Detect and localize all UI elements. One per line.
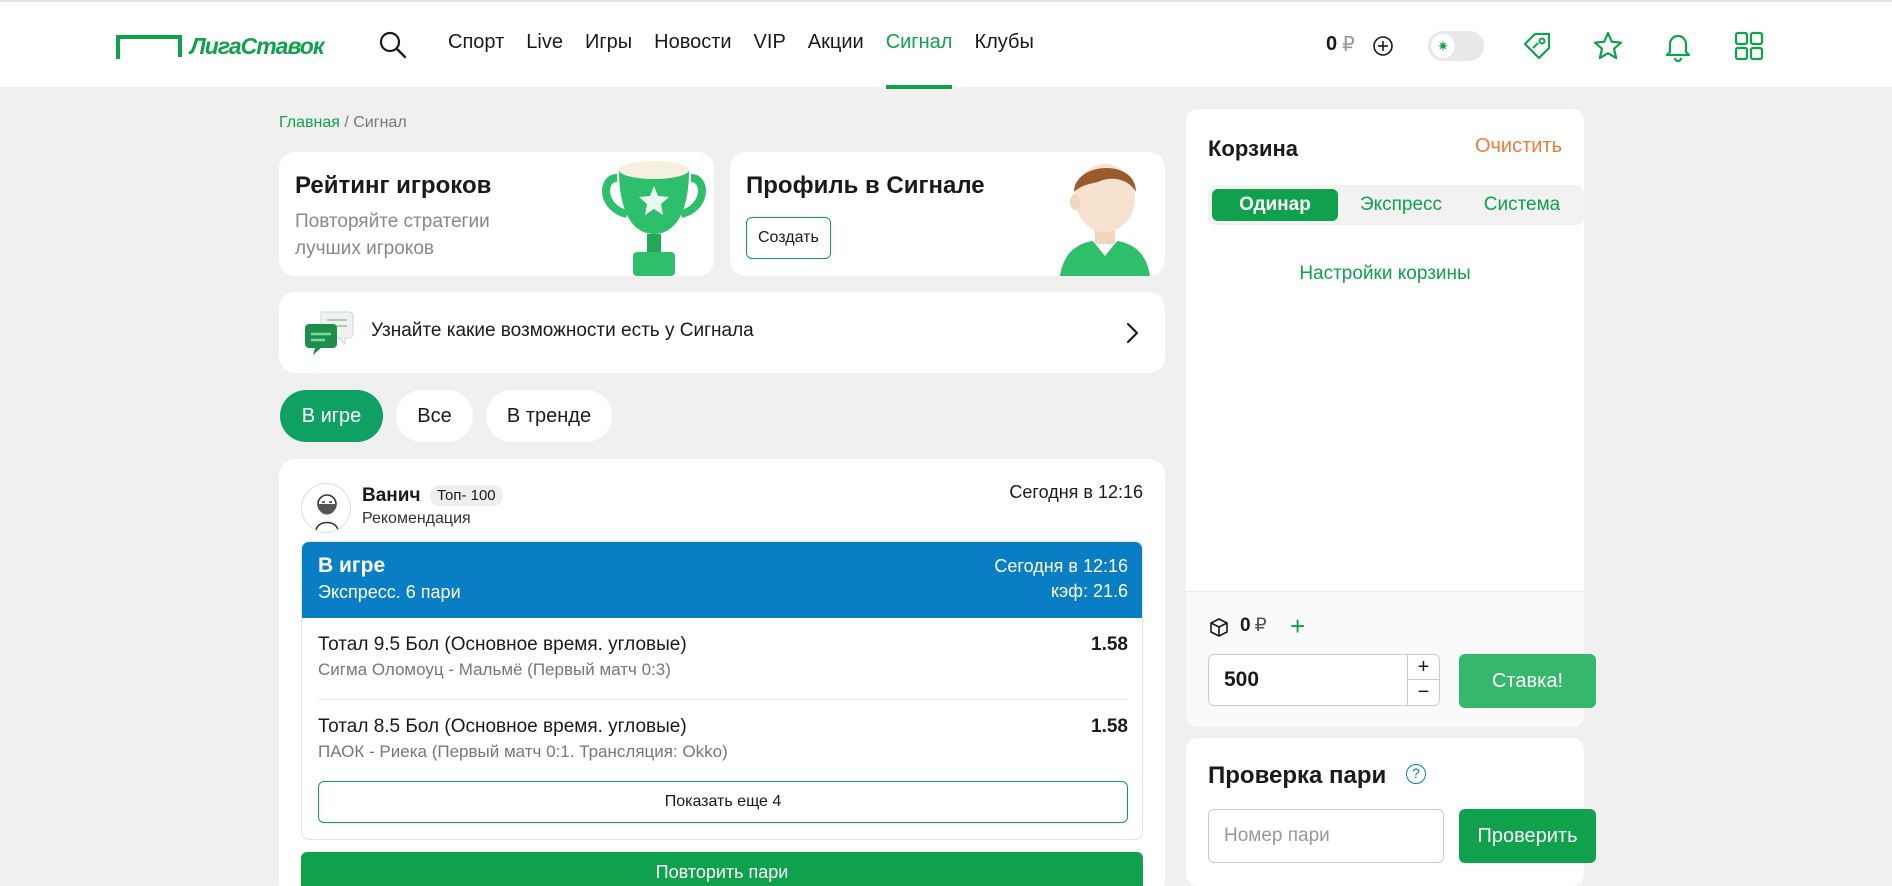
post-time: Сегодня в 12:16 — [1009, 482, 1143, 502]
deposit-plus-icon[interactable] — [1372, 35, 1394, 57]
nav-live[interactable]: Live — [526, 2, 563, 89]
author-avatar[interactable] — [301, 483, 351, 533]
create-profile-button[interactable]: Создать — [746, 217, 831, 259]
place-bet-button[interactable]: Ставка! — [1459, 654, 1596, 708]
nav-news[interactable]: Новости — [654, 2, 731, 89]
star-icon[interactable] — [1592, 30, 1624, 62]
nav-clubs[interactable]: Клубы — [974, 2, 1033, 89]
rating-card-title: Рейтинг игроков — [295, 172, 492, 199]
add-freebet-plus-icon[interactable]: + — [1290, 611, 1305, 642]
trophy-icon — [602, 161, 706, 276]
bet-status: В игре — [318, 554, 386, 577]
tab-single[interactable]: Одинар — [1212, 189, 1338, 221]
bet-slip-tabs: Одинар Экспресс Система — [1208, 185, 1584, 225]
logo[interactable]: ЛигаСтавок — [116, 32, 324, 59]
breadcrumb-current: Сигнал — [353, 114, 407, 131]
bet-slip: Корзина Очистить Одинар Экспресс Система… — [1186, 109, 1596, 727]
apps-grid-icon[interactable] — [1733, 30, 1765, 62]
nav-sport[interactable]: Спорт — [448, 2, 504, 89]
avatar-illustration-icon — [1060, 164, 1150, 276]
players-rating-card[interactable]: Рейтинг игроков Повторяйте стратегии луч… — [279, 152, 714, 276]
signal-features-banner[interactable]: Узнайте какие возможности есть у Сигнала — [279, 292, 1165, 373]
breadcrumb-separator: / — [339, 114, 354, 131]
bet-event: Тотал 8.5 Бол (Основное время. угловые) … — [318, 716, 1128, 762]
bet-header: В игре Экспресс. 6 пари Сегодня в 12:16 … — [302, 542, 1142, 618]
profile-card-title: Профиль в Сигнале — [746, 172, 985, 199]
breadcrumb-home[interactable]: Главная — [279, 114, 340, 131]
signal-features-text: Узнайте какие возможности есть у Сигнала — [371, 320, 754, 341]
event-odd: 1.58 — [1091, 634, 1128, 655]
show-more-button[interactable]: Показать еще 4 — [318, 781, 1128, 823]
balance-amount: 0 — [1326, 33, 1338, 55]
stake-decrease-button[interactable]: − — [1408, 680, 1439, 705]
nav-promo[interactable]: Акции — [808, 2, 864, 89]
bet-number-input[interactable] — [1208, 809, 1444, 863]
logo-mark — [116, 35, 182, 59]
stake-amount-input[interactable]: 500 — [1208, 654, 1408, 706]
rating-card-subtitle: Повторяйте стратегии лучших игроков — [295, 211, 490, 259]
bet-details: В игре Экспресс. 6 пари Сегодня в 12:16 … — [301, 541, 1143, 840]
stake-panel: 0 ₽ + 500 + − Ставка! — [1186, 591, 1596, 727]
event-odd: 1.58 — [1091, 716, 1128, 737]
nav-signal[interactable]: Сигнал — [885, 2, 952, 89]
freebet-amount: 0 — [1240, 615, 1251, 636]
sun-icon: ✷ — [1431, 34, 1455, 58]
author-rank-badge: Топ- 100 — [430, 485, 503, 506]
logo-text: ЛигаСтавок — [190, 32, 324, 59]
coupon-icon[interactable] — [1521, 30, 1553, 62]
freebet-icon — [1210, 618, 1228, 637]
nav-games[interactable]: Игры — [585, 2, 632, 89]
bet-coefficient: кэф: 21.6 — [1050, 581, 1128, 601]
event-match: Сигма Оломоуц - Мальмё (Первый матч 0:3) — [318, 660, 671, 679]
post-type: Рекомендация — [362, 510, 471, 527]
balance-currency: ₽ — [1342, 34, 1355, 56]
event-market: Тотал 9.5 Бол (Основное время. угловые) — [318, 634, 687, 655]
event-match: ПАОК - Риека (Первый матч 0:1. Трансляци… — [318, 742, 728, 761]
stake-increase-button[interactable]: + — [1408, 655, 1439, 680]
author-name[interactable]: Ванич — [362, 485, 420, 507]
tab-system[interactable]: Система — [1464, 189, 1580, 221]
bearded-man-icon — [315, 494, 339, 531]
main-nav: Спорт Live Игры Новости VIP Акции Сигнал… — [448, 2, 1056, 89]
bet-time: Сегодня в 12:16 — [994, 556, 1128, 576]
clear-bet-slip-button[interactable]: Очистить — [1475, 135, 1562, 158]
chevron-right-icon — [1126, 322, 1139, 344]
filter-all[interactable]: Все — [396, 390, 473, 442]
chat-bubbles-icon — [305, 311, 354, 355]
event-market: Тотал 8.5 Бол (Основное время. угловые) — [318, 716, 687, 737]
bet-type: Экспресс. 6 пари — [318, 582, 461, 602]
check-bet-button[interactable]: Проверить — [1459, 809, 1596, 863]
freebet-balance: 0 ₽ — [1240, 614, 1267, 637]
bet-event: Тотал 9.5 Бол (Основное время. угловые) … — [318, 634, 1128, 680]
filter-trending[interactable]: В тренде — [486, 390, 612, 442]
signal-profile-card: Профиль в Сигнале Создать — [730, 152, 1165, 276]
event-divider — [318, 699, 1128, 700]
repeat-bet-button[interactable]: Повторить пари — [301, 852, 1143, 886]
breadcrumb: Главная / Сигнал — [279, 114, 407, 132]
stake-stepper: + − — [1408, 654, 1440, 706]
signal-post-card: Ванич Топ- 100 Рекомендация Сегодня в 12… — [279, 459, 1165, 886]
check-bet-title: Проверка пари — [1208, 762, 1387, 789]
filter-in-game[interactable]: В игре — [280, 390, 383, 442]
search-icon[interactable] — [378, 30, 408, 60]
theme-toggle[interactable]: ✷ — [1428, 31, 1484, 61]
balance[interactable]: 0 ₽ — [1326, 32, 1355, 57]
freebet-currency: ₽ — [1254, 615, 1267, 636]
nav-vip[interactable]: VIP — [754, 2, 786, 89]
help-question-icon[interactable]: ? — [1406, 764, 1426, 784]
check-bet-card: Проверка пари ? Проверить — [1186, 738, 1596, 886]
bell-icon[interactable] — [1662, 30, 1694, 63]
bet-slip-settings-link[interactable]: Настройки корзины — [1186, 263, 1584, 285]
top-header: ЛигаСтавок Спорт Live Игры Новости VIP А… — [0, 0, 1892, 89]
tab-express[interactable]: Экспресс — [1338, 189, 1464, 221]
bet-slip-title: Корзина — [1208, 136, 1298, 161]
